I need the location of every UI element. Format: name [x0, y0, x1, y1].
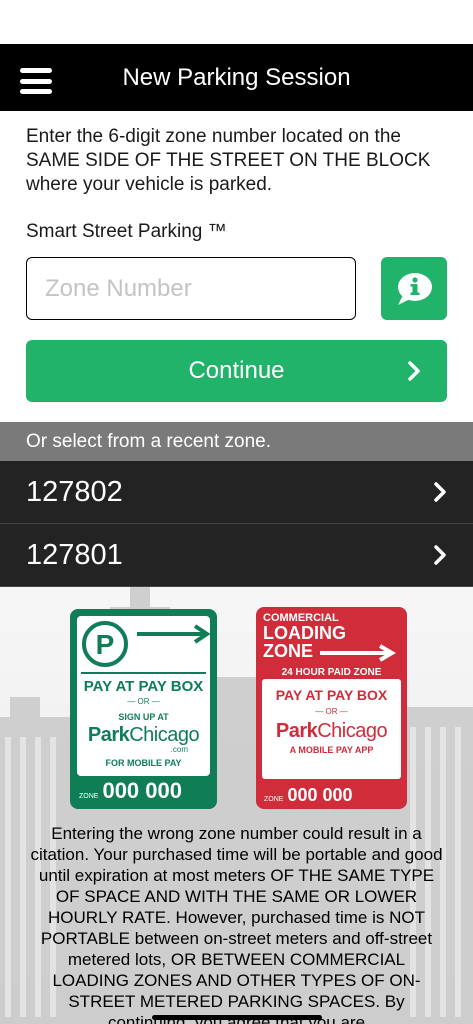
zone-number-input[interactable] — [26, 257, 356, 320]
chevron-right-icon — [408, 361, 420, 381]
pay-box-sign: P PAY AT PAY BOX — OR — SIGN UP AT ParkC… — [70, 609, 217, 809]
zone-number-sample: 000 000 — [102, 778, 182, 803]
svg-text:P: P — [96, 629, 115, 660]
or-divider: — OR — — [315, 707, 348, 716]
recent-zone-number: 127801 — [26, 538, 123, 571]
hamburger-menu-icon[interactable] — [20, 68, 52, 94]
mobile-pay-label: FOR MOBILE PAY — [105, 758, 182, 768]
parkchicago-logo: ParkChicago — [275, 720, 388, 742]
pay-box-title: PAY AT PAY BOX — [83, 678, 204, 695]
zone-label: ZONE — [79, 793, 99, 800]
zone-warning-text: Entering the wrong zone number could res… — [30, 824, 443, 1024]
recent-zone-item[interactable]: 127802 — [0, 461, 473, 524]
recent-zones-header: Or select from a recent zone. — [0, 422, 473, 461]
page-title: New Parking Session — [122, 63, 351, 91]
recent-zone-number: 127802 — [26, 475, 123, 508]
info-bubble-icon — [398, 272, 432, 305]
instructions-text: Enter the 6-digit zone number located on… — [26, 126, 431, 195]
status-bar — [0, 0, 473, 44]
parking-p-arrow-icon: P — [82, 621, 211, 667]
commercial-loading-zone-sign: COMMERCIAL LOADING ZONE 24 HOUR PAID ZON… — [256, 607, 407, 809]
info-button[interactable] — [381, 257, 447, 320]
continue-label: Continue — [188, 357, 285, 384]
signup-label: SIGN UP AT — [118, 712, 169, 722]
nav-bar: New Parking Session — [0, 44, 473, 111]
home-indicator — [152, 1015, 322, 1020]
pay-box-title: PAY AT PAY BOX — [275, 687, 388, 703]
zone-label: ZONE — [264, 796, 284, 803]
arrow-right-icon — [320, 644, 396, 662]
zone-number-sample: 000 000 — [287, 785, 353, 805]
paid-zone-subtitle: 24 HOUR PAID ZONE — [281, 667, 382, 678]
chevron-right-icon — [434, 482, 446, 502]
chevron-right-icon — [434, 545, 446, 565]
recent-zone-item[interactable]: 127801 — [0, 524, 473, 587]
parkchicago-logo: ParkChicago — [87, 724, 200, 746]
service-label: Smart Street Parking ™ — [26, 221, 227, 242]
or-divider: — OR — — [127, 697, 160, 706]
mobile-pay-label: A MOBILE PAY APP — [289, 745, 374, 755]
continue-button[interactable]: Continue — [26, 340, 447, 402]
zone-entry-row — [0, 243, 473, 320]
